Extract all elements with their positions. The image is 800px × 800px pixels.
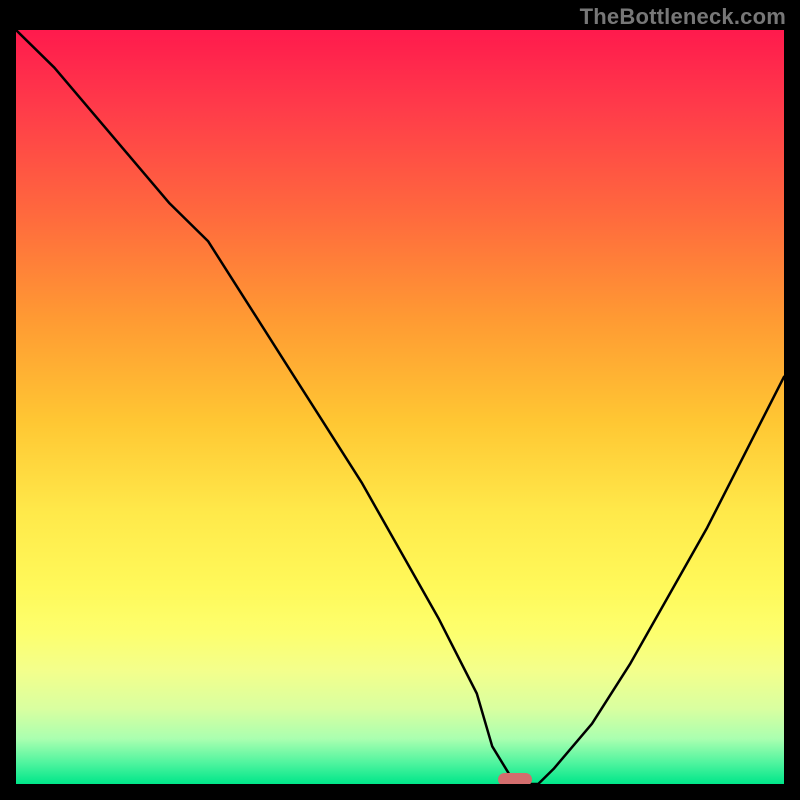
chart-container: TheBottleneck.com: [0, 0, 800, 800]
plot-area: [16, 30, 784, 784]
optimal-marker: [498, 773, 532, 784]
watermark-text: TheBottleneck.com: [580, 4, 786, 30]
bottleneck-curve: [16, 30, 784, 784]
